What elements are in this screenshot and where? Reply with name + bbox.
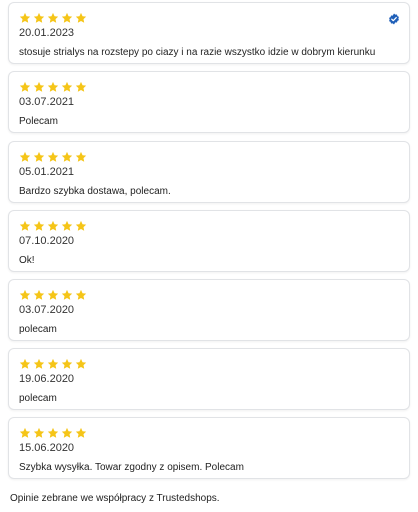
review-card: 03.07.2021 Polecam (8, 71, 410, 133)
star-icon (61, 220, 73, 231)
trustedshops-footer-note: Opinie zebrane we współpracy z Trustedsh… (10, 493, 220, 504)
review-date: 05.01.2021 (19, 166, 75, 178)
star-rating (19, 289, 87, 301)
star-icon (19, 220, 31, 231)
star-icon (61, 427, 73, 438)
star-icon (75, 12, 87, 23)
star-rating (19, 220, 87, 232)
star-icon (33, 12, 45, 23)
star-icon (47, 289, 59, 300)
star-icon (33, 358, 45, 369)
review-card: 19.06.2020 polecam (8, 348, 410, 410)
star-rating (19, 12, 87, 24)
star-icon (75, 427, 87, 438)
star-icon (47, 427, 59, 438)
star-rating (19, 81, 87, 93)
review-text: Ok! (19, 255, 35, 266)
review-card: 03.07.2020 polecam (8, 279, 410, 341)
review-date: 03.07.2021 (19, 96, 75, 108)
star-icon (47, 151, 59, 162)
star-icon (75, 220, 87, 231)
star-icon (19, 151, 31, 162)
star-icon (61, 358, 73, 369)
star-icon (19, 427, 31, 438)
star-icon (61, 289, 73, 300)
star-icon (75, 151, 87, 162)
review-text: Polecam (19, 116, 58, 127)
star-icon (61, 151, 73, 162)
star-icon (75, 358, 87, 369)
review-date: 03.07.2020 (19, 304, 75, 316)
star-rating (19, 151, 87, 163)
review-card: 07.10.2020 Ok! (8, 210, 410, 272)
star-icon (47, 220, 59, 231)
star-icon (47, 12, 59, 23)
star-icon (47, 81, 59, 92)
review-date: 07.10.2020 (19, 235, 75, 247)
review-text: polecam (19, 324, 57, 335)
star-icon (75, 81, 87, 92)
review-date: 15.06.2020 (19, 442, 75, 454)
star-icon (61, 81, 73, 92)
star-icon (61, 12, 73, 23)
star-icon (33, 151, 45, 162)
review-text: Szybka wysyłka. Towar zgodny z opisem. P… (19, 462, 244, 473)
review-text: polecam (19, 393, 57, 404)
review-date: 20.01.2023 (19, 27, 75, 39)
star-icon (33, 81, 45, 92)
star-icon (19, 358, 31, 369)
star-icon (47, 358, 59, 369)
review-card: 15.06.2020 Szybka wysyłka. Towar zgodny … (8, 417, 410, 479)
review-card: 20.01.2023 stosuje strialys na rozstepy … (8, 2, 410, 64)
star-rating (19, 427, 87, 439)
star-icon (19, 12, 31, 23)
star-icon (33, 289, 45, 300)
star-icon (19, 81, 31, 92)
review-text: Bardzo szybka dostawa, polecam. (19, 186, 171, 197)
review-text: stosuje strialys na rozstepy po ciazy i … (19, 47, 376, 58)
star-icon (33, 220, 45, 231)
verified-badge-icon (389, 13, 399, 25)
star-rating (19, 358, 87, 370)
review-card: 05.01.2021 Bardzo szybka dostawa, poleca… (8, 141, 410, 203)
review-date: 19.06.2020 (19, 373, 75, 385)
star-icon (19, 289, 31, 300)
star-icon (75, 289, 87, 300)
star-icon (33, 427, 45, 438)
